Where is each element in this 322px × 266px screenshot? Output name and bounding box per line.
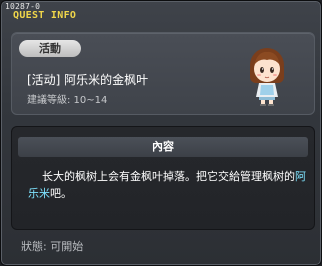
quest-content-panel: 內容 长大的枫树上会有金枫叶掉落。把它交給管理枫树的阿乐米吧。 [11,126,315,230]
quest-info-window: 10287-0 QUEST INFO 活動 [活动] 阿乐米的金枫叶 建議等級:… [0,0,322,266]
description-text-1: 长大的枫树上会有金枫叶掉落。把它交給管理枫树的 [42,170,295,183]
quest-name: [活动] 阿乐米的金枫叶 [27,73,149,87]
quest-status: 狀態: 可開始 [21,240,84,253]
quest-summary-panel: 活動 [活动] 阿乐米的金枫叶 建議等級: 10~14 [11,32,315,115]
recommended-level: 建議等級: 10~14 [27,95,108,106]
window-title: QUEST INFO [13,10,77,21]
npc-portrait-icon [250,48,284,106]
content-header: 內容 [18,137,308,157]
description-text-2: 吧。 [50,187,72,200]
quest-description: 长大的枫树上会有金枫叶掉落。把它交給管理枫树的阿乐米吧。 [28,168,306,202]
quest-category-badge: 活動 [19,40,81,57]
